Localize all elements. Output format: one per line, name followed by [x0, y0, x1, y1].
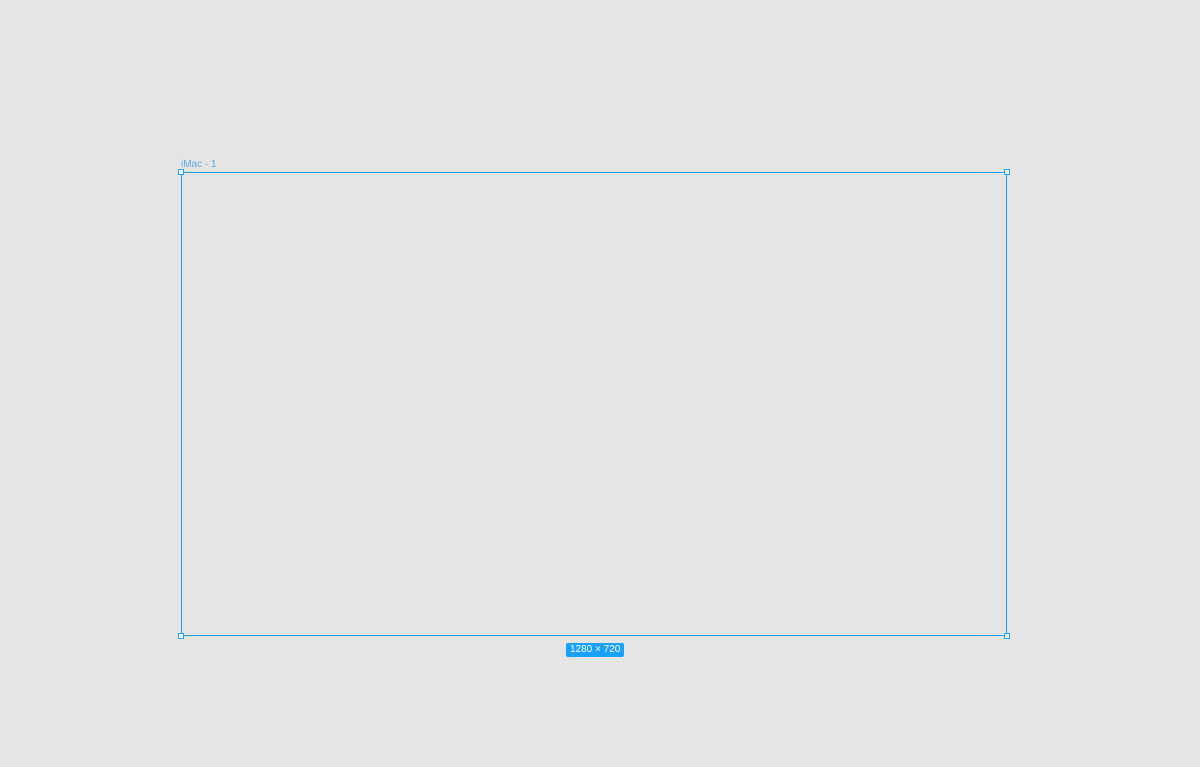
resize-handle-bottom-right[interactable]: [1004, 633, 1010, 639]
resize-handle-top-left[interactable]: [178, 169, 184, 175]
design-canvas[interactable]: iMac - 1 1280 × 720: [0, 0, 1200, 767]
resize-handle-bottom-left[interactable]: [178, 633, 184, 639]
frame-size-badge: 1280 × 720: [566, 643, 625, 657]
frame-imac-1[interactable]: [181, 172, 1007, 636]
frame-name-label[interactable]: iMac - 1: [181, 159, 217, 171]
resize-handle-top-right[interactable]: [1004, 169, 1010, 175]
